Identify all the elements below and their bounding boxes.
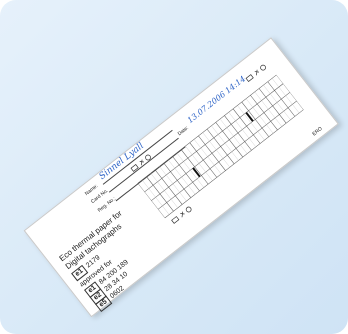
steering-wheel-icon [260,64,266,71]
grid-minor-line [193,139,222,175]
grid-col-line [172,156,200,192]
grid-col-line [224,115,252,151]
grid-col-line [258,88,287,124]
activity-grid [77,58,317,236]
grid-col-line [267,81,296,117]
grid-minor-line [202,132,230,168]
steering-wheel-icon [145,154,151,161]
grid-col-line [154,169,183,205]
rest-bed-icon [130,164,139,172]
grid-col-line [241,101,270,137]
grid-col-line [189,142,218,178]
hammer-icon [139,159,144,166]
hammer-icon [254,69,260,76]
grid-col-line [250,95,278,131]
grid-minor-line [141,179,170,215]
grid-minor-line [237,105,265,141]
grid-col-line [163,162,192,198]
grid-minor-line [159,166,187,202]
grid-col-line [198,135,226,171]
steering-wheel-icon [185,206,192,213]
grid-minor-line [176,152,204,188]
tachograph-paper-illustration: Eco thermal paper for Digital tachograph… [0,0,348,334]
grid-col-line [215,122,244,158]
grid-minor-line [219,118,248,154]
grid-minor-line [245,98,274,134]
grid-minor-line [271,78,300,114]
grid-col-line [180,149,209,185]
activity-bar [245,111,254,122]
hammer-icon [180,211,185,218]
grid-minor-line [150,173,178,208]
grid-minor-line [228,112,256,147]
thermal-paper-strip: Eco thermal paper for Digital tachograph… [23,37,339,318]
grid-col-line [206,128,235,164]
grid-minor-line [167,159,196,195]
activity-grid-svg [77,64,304,230]
grid-minor-line [263,85,291,120]
rest-bed-icon [171,216,180,224]
grid-minor-line [254,91,282,127]
grid-minor-line [211,125,239,161]
grid-col-line [146,176,174,212]
rest-bed-icon [245,74,254,82]
